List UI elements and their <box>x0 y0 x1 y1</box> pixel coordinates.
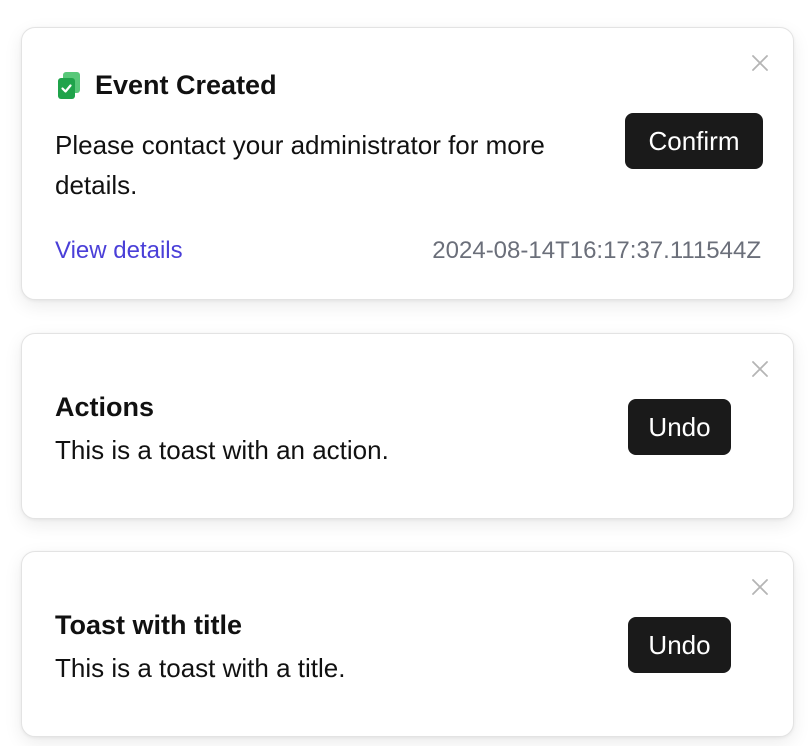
toast-description: This is a toast with a title. <box>55 653 346 683</box>
close-icon[interactable] <box>751 578 769 596</box>
toast-timestamp: 2024-08-14T16:17:37.111544Z <box>432 237 761 264</box>
close-icon[interactable] <box>751 360 769 378</box>
undo-button[interactable]: Undo <box>628 399 731 455</box>
toast-title: Toast with title <box>55 610 242 640</box>
toast-actions: Actions This is a toast with an action. … <box>21 333 794 519</box>
toast-title: Event Created <box>95 70 277 100</box>
confirm-button[interactable]: Confirm <box>625 113 763 169</box>
toast-description: Please contact your administrator for mo… <box>55 130 545 200</box>
toast-description: This is a toast with an action. <box>55 435 389 465</box>
undo-button[interactable]: Undo <box>628 617 731 673</box>
view-details-link[interactable]: View details <box>55 237 183 265</box>
toast-title: Actions <box>55 392 155 422</box>
toast-event-created: Event Created Please contact your admini… <box>21 27 794 300</box>
toast-with-title: Toast with title This is a toast with a … <box>21 551 794 737</box>
clipboard-check-icon <box>56 71 82 101</box>
close-icon[interactable] <box>751 54 769 72</box>
